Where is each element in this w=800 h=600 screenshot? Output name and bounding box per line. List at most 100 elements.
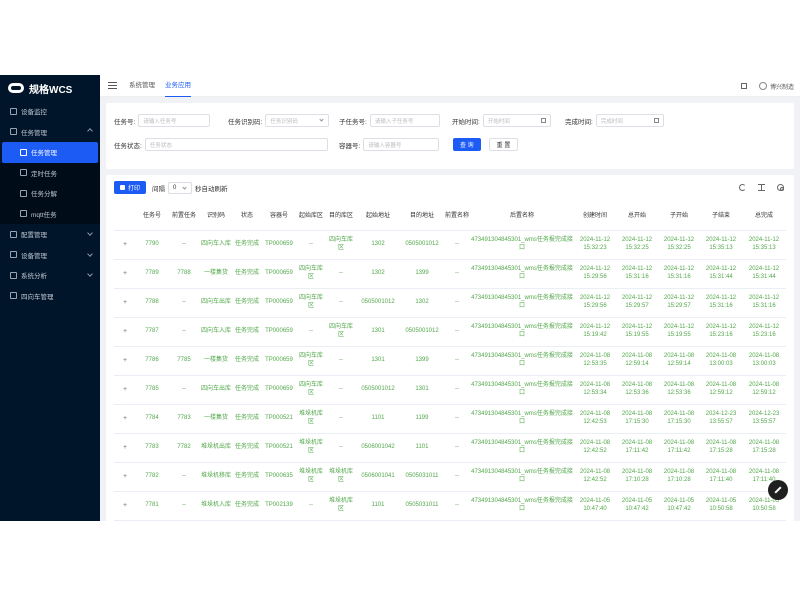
table-cell: 堆垛机库区 [296,462,326,492]
table-cell: 堆垛机库区 [296,404,326,434]
column-header-0[interactable] [114,202,136,231]
column-header-8[interactable]: 起始地址 [356,202,400,231]
expand-row-icon[interactable]: + [114,230,136,260]
filter-actions: 查 询 重 置 [453,138,519,151]
avatar[interactable] [758,82,767,90]
expand-row-icon[interactable]: + [114,491,136,521]
column-header-10[interactable]: 前置名称 [444,202,470,231]
sidebar-item-2[interactable]: 任务管理 [2,142,98,163]
table-cell: -- [168,375,200,405]
task-no-input[interactable]: 请输入任务号 [138,114,211,127]
table-cell: -- [168,230,200,260]
sidebar-item-1[interactable]: 任务管理 [0,122,100,143]
table-tools [727,184,784,191]
table-row[interactable]: +7790 -- 四向车入库 任务完成 TP000659 -- 四向车库区 1302 05050… [114,230,786,260]
sidebar-item-8[interactable]: 系统分析 [0,265,100,286]
sidebar-item-6[interactable]: 配置管理 [0,224,100,245]
column-header-6[interactable]: 起始库区 [296,202,326,231]
search-button[interactable]: 查 询 [453,138,481,151]
table-cell: TP000659 [262,317,296,347]
chevron-down-icon [182,184,187,190]
container-no-input[interactable]: 请输入容器号 [363,138,440,151]
expand-row-icon[interactable]: + [114,259,136,289]
start-time-picker[interactable]: 开始时间 [482,114,551,127]
column-header-1[interactable]: 任务号 [136,202,168,231]
table-cell: 任务完成 [232,462,262,492]
table-row[interactable]: +7786 7785 一楼集货 任务完成 TP000659 四向车库区 -- 1301 1399… [114,346,786,376]
sidebar-item-5[interactable]: mqtt任务 [0,203,100,224]
sidebar-item-3[interactable]: 定时任务 [0,162,100,183]
row-height-icon[interactable] [758,184,765,191]
table-cell: 一楼集货 [200,259,232,289]
table-row[interactable]: +7783 7782 堆垛机出库 任务完成 TP000521 堆垛机库区 -- 0506001… [114,433,786,463]
table-cell: 473491304845301_wms任务报完成接口 [470,433,574,463]
sub-task-no-label: 子任务号: [339,118,367,126]
table-cell: 2024-11-08 12:59:12 [742,375,786,405]
print-button[interactable]: 打印 [114,181,147,194]
user-name[interactable]: 博兴制造 [770,82,794,91]
table-cell: -- [444,317,470,347]
edit-fab-button[interactable] [768,480,788,500]
table-row[interactable]: +7785 -- 四向车出库 任务完成 TP000659 四向车库区 -- 050500101… [114,375,786,405]
table-cell: 任务完成 [232,404,262,434]
chevron-down-icon [87,271,93,277]
column-header-13[interactable]: 总开始 [616,202,658,231]
task-code-select[interactable]: 任务识别码 [265,114,330,127]
tab-system-management[interactable]: 系统管理 [129,75,155,97]
column-header-3[interactable]: 识别码 [200,202,232,231]
table-row[interactable]: +7788 -- 四向车出库 任务完成 TP000659 四向车库区 -- 050500101… [114,288,786,318]
table-cell: 2024-11-12 15:19:42 [574,317,616,347]
expand-row-icon[interactable]: + [114,346,136,376]
table-row[interactable]: +7782 -- 堆垛机移库 任务完成 TP000635 堆垛机库区 堆垛机库区 050600… [114,462,786,492]
table-cell: 0505001012 [356,288,400,318]
column-header-5[interactable]: 容器号 [262,202,296,231]
table-cell: 2024-11-12 15:29:56 [574,259,616,289]
refresh-icon[interactable] [739,184,746,191]
logo: 规格WCS [0,75,100,101]
expand-row-icon[interactable]: + [114,288,136,318]
table-row[interactable]: +7789 7788 一楼集货 任务完成 TP000659 四向车库区 -- 1302 1399… [114,259,786,289]
table-cell: -- [444,433,470,463]
expand-row-icon[interactable]: + [114,404,136,434]
expand-row-icon[interactable]: + [114,317,136,347]
menu-fold-icon[interactable] [108,82,117,89]
table-row[interactable]: +7784 7783 一楼集货 任务完成 TP000521 堆垛机库区 -- 1101 1199… [114,404,786,434]
task-status-select[interactable]: 任务状态 [144,138,328,151]
column-header-2[interactable]: 前置任务 [168,202,200,231]
table-cell: -- [326,404,356,434]
table-cell: 0505001012 [356,375,400,405]
column-header-14[interactable]: 子开始 [658,202,700,231]
table-cell: -- [326,375,356,405]
sidebar-item-4[interactable]: 任务分解 [0,183,100,204]
table-cell: 堆垛机移库 [200,462,232,492]
header-right: 博兴制造 [740,75,794,97]
sidebar-item-7[interactable]: 设备管理 [0,245,100,266]
sidebar-item-label: 设备管理 [21,252,47,260]
clock-icon [20,169,27,177]
gear-icon[interactable] [777,184,784,191]
sidebar-item-0[interactable]: 设备监控 [0,101,100,122]
expand-row-icon[interactable]: + [114,462,136,492]
sub-task-no-input[interactable]: 请输入子任务号 [369,114,440,127]
interval-label: 间隔 [152,185,166,193]
column-header-16[interactable]: 总完成 [742,202,786,231]
column-header-15[interactable]: 子结束 [700,202,742,231]
table-row[interactable]: +7787 -- 四向车入库 任务完成 TP000659 -- 四向车库区 1301 05050… [114,317,786,347]
pencil-icon [774,486,782,494]
filter-sub-task-no: 子任务号: 请输入子任务号 [339,114,440,127]
table-cell: 7784 [136,404,168,434]
expand-row-icon[interactable]: + [114,375,136,405]
column-header-11[interactable]: 后置名称 [470,202,574,231]
table-row[interactable]: +7781 -- 堆垛机入库 任务完成 TP002139 -- 堆垛机库区 1101 05050… [114,491,786,521]
end-time-picker[interactable]: 完成时间 [595,114,664,127]
column-header-7[interactable]: 目的库区 [326,202,356,231]
column-header-4[interactable]: 状态 [232,202,262,231]
column-header-12[interactable]: 创建时间 [574,202,616,231]
column-header-9[interactable]: 目的地址 [400,202,444,231]
reset-button[interactable]: 重 置 [488,138,519,151]
sidebar-item-9[interactable]: 四向车管理 [0,286,100,307]
expand-row-icon[interactable]: + [114,433,136,463]
fullscreen-icon[interactable] [740,83,747,89]
tab-business-app[interactable]: 业务应用 [165,75,191,97]
interval-select[interactable]: 0 [168,181,193,194]
